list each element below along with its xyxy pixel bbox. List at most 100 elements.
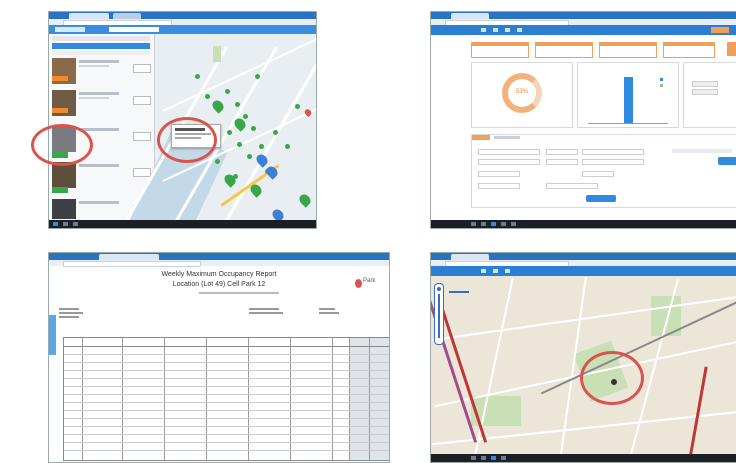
report-date-range — [199, 292, 279, 294]
report-subtitle: Location (Lot 49) Cell Park 12 — [172, 281, 266, 288]
occupancy-bar-panel — [577, 62, 679, 128]
highlight-ring — [580, 351, 644, 405]
form-field[interactable] — [546, 149, 578, 155]
book-button[interactable] — [133, 132, 151, 141]
parking-dot[interactable] — [237, 142, 242, 147]
highlight-ring — [157, 117, 217, 163]
form-field[interactable] — [546, 183, 598, 189]
parking-dot[interactable] — [285, 144, 290, 149]
price-badge-green — [52, 187, 68, 193]
report-title: Weekly Maximum Occupancy Report — [161, 271, 277, 278]
form-field[interactable] — [582, 149, 644, 155]
taskbar-icon[interactable] — [501, 222, 506, 226]
kpi-card — [663, 42, 715, 58]
search-button[interactable] — [52, 43, 150, 49]
kpi-card — [471, 42, 529, 58]
report-meta — [249, 308, 289, 318]
taskbar-icon[interactable] — [53, 222, 58, 226]
app-logo — [55, 27, 85, 32]
user-menu[interactable] — [711, 27, 729, 33]
listing-photo — [52, 199, 76, 219]
submit-button[interactable] — [586, 195, 616, 202]
apply-button[interactable] — [718, 157, 736, 165]
parking-dot[interactable] — [235, 102, 240, 107]
zoom-control-icon[interactable] — [434, 283, 444, 345]
book-button[interactable] — [133, 64, 151, 73]
sort-bar[interactable] — [52, 51, 150, 55]
form-field[interactable] — [478, 171, 520, 177]
tab-active[interactable] — [472, 135, 490, 140]
taskbar-icon[interactable] — [471, 222, 476, 226]
search-input[interactable] — [109, 27, 159, 32]
nav-icon[interactable] — [493, 269, 498, 273]
taskbar-icon[interactable] — [511, 222, 516, 226]
price-badge — [52, 76, 68, 81]
nav-icon[interactable] — [517, 28, 522, 32]
marker-pin-icon[interactable] — [210, 98, 226, 114]
nav-icon[interactable] — [481, 269, 486, 273]
occupancy-table — [63, 337, 389, 461]
parking-dot[interactable] — [205, 94, 210, 99]
nav-icon[interactable] — [505, 269, 510, 273]
taskbar-icon[interactable] — [471, 456, 476, 460]
tab-inactive[interactable] — [494, 136, 520, 139]
taskbar-icon[interactable] — [63, 222, 68, 226]
kpi-card — [599, 42, 657, 58]
filter-tabs[interactable] — [52, 36, 150, 41]
book-button[interactable] — [133, 96, 151, 105]
occupancy-dashboard-screenshot: 53% — [430, 11, 736, 229]
report-meta — [59, 308, 119, 322]
search-form-panel — [471, 134, 736, 208]
browser-tab-bar — [431, 12, 736, 19]
street-map-screenshot — [430, 252, 736, 463]
taskbar-icon[interactable] — [491, 456, 496, 460]
taskbar-icon[interactable] — [491, 222, 496, 226]
marker-pin-icon[interactable] — [297, 192, 313, 208]
parking-dot[interactable] — [247, 154, 252, 159]
nav-icon[interactable] — [493, 28, 498, 32]
browser-tab-bar — [49, 253, 389, 260]
nav-icon[interactable] — [505, 28, 510, 32]
parking-dot[interactable] — [225, 89, 230, 94]
parking-dot[interactable] — [259, 144, 264, 149]
parking-dot[interactable] — [273, 130, 278, 135]
parking-dot[interactable] — [227, 130, 232, 135]
app-navbar — [431, 266, 736, 276]
scale-bar — [449, 291, 469, 293]
form-field[interactable] — [582, 159, 644, 165]
taskbar-icon[interactable] — [501, 456, 506, 460]
occupancy-report-screenshot: Weekly Maximum Occupancy Report Location… — [48, 252, 390, 463]
highlight-ring — [31, 124, 93, 166]
app-header — [49, 25, 316, 34]
address-bar[interactable] — [49, 260, 389, 267]
gauge-value: 53% — [515, 89, 528, 95]
form-field[interactable] — [478, 149, 540, 155]
parking-dot[interactable] — [251, 126, 256, 131]
parking-dot[interactable] — [243, 114, 248, 119]
option-row[interactable] — [672, 149, 732, 153]
price-badge — [52, 108, 68, 113]
book-button[interactable] — [133, 168, 151, 177]
nav-icon[interactable] — [481, 28, 486, 32]
form-field[interactable] — [546, 159, 578, 165]
windows-taskbar — [431, 220, 736, 228]
legend-panel — [683, 62, 736, 128]
parking-dot[interactable] — [195, 74, 200, 79]
parking-dot[interactable] — [215, 159, 220, 164]
form-field[interactable] — [582, 171, 614, 177]
side-panel-toggle[interactable] — [49, 315, 56, 355]
occupancy-gauge-panel: 53% — [471, 62, 573, 128]
taskbar-icon[interactable] — [481, 222, 486, 226]
parking-dot[interactable] — [255, 74, 260, 79]
taskbar-icon[interactable] — [73, 222, 78, 226]
occupancy-bar — [624, 77, 633, 123]
browser-tab-bar — [431, 253, 736, 260]
taskbar-icon[interactable] — [481, 456, 486, 460]
windows-taskbar — [49, 220, 316, 228]
form-field[interactable] — [478, 159, 540, 165]
company-logo: Park — [355, 277, 383, 291]
report-meta — [319, 308, 359, 318]
parking-dot[interactable] — [295, 104, 300, 109]
form-field[interactable] — [478, 183, 520, 189]
browser-tab-bar — [49, 12, 316, 19]
